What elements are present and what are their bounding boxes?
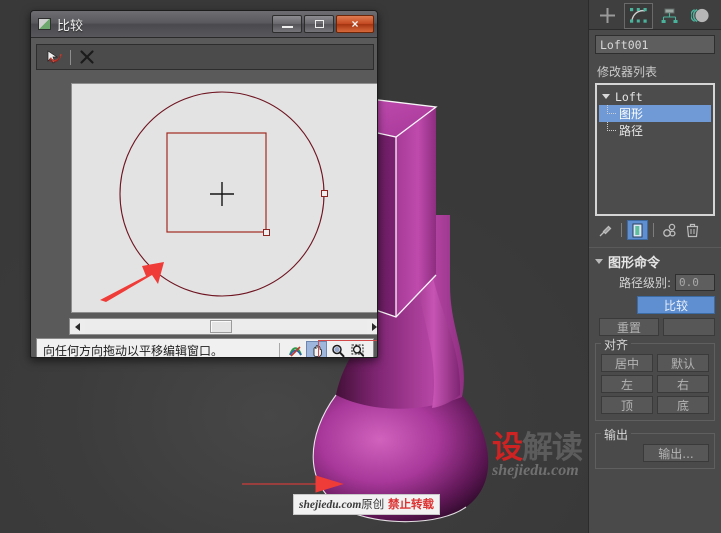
align-row-2[interactable]: 左 右 (601, 375, 709, 393)
dialog-toolbar[interactable] (36, 44, 374, 70)
path-level-row[interactable]: 路径级别: 0.0 (589, 271, 721, 291)
compare-dialog[interactable]: 比较 × 向任何方向拖动以平移编辑窗口。 (30, 10, 378, 358)
minimize-button[interactable] (272, 15, 302, 33)
align-bottom-button[interactable]: 底 (657, 396, 709, 414)
align-row-3[interactable]: 顶 底 (601, 396, 709, 414)
modifier-list-dropdown[interactable]: 修改器列表 (595, 61, 715, 81)
status-separator (279, 343, 280, 357)
command-panel[interactable]: Loft001 修改器列表 Loft 图形 路径 图形命令 路径级别: 0.0 … (588, 0, 721, 533)
stack-root-loft[interactable]: Loft (599, 88, 711, 105)
dialog-title: 比较 (57, 18, 84, 34)
hierarchy-tab[interactable] (655, 3, 684, 29)
command-panel-tabs[interactable] (589, 0, 721, 30)
zoom-magnifier-icon[interactable] (327, 341, 348, 357)
chevron-down-icon[interactable] (595, 259, 603, 264)
rollout-title: 图形命令 (608, 256, 661, 271)
stack-item-path-label: 路径 (619, 124, 644, 138)
scroll-left-arrow-icon[interactable] (70, 319, 85, 334)
dialog-titlebar[interactable]: 比较 × (31, 11, 377, 38)
shape-commands-rollout[interactable]: 图形命令 路径级别: 0.0 比较 重置 对齐 居中 默认 左 右 顶 底 输出… (589, 247, 721, 469)
modify-tab[interactable] (624, 2, 653, 29)
rollout-header[interactable]: 图形命令 (589, 252, 721, 271)
output-group: 输出 输出... (595, 426, 715, 469)
close-button[interactable]: × (336, 15, 374, 33)
reset-secondary-button[interactable] (663, 318, 715, 336)
tree-branch-icon (607, 105, 616, 114)
align-right-button[interactable]: 右 (657, 375, 709, 393)
show-end-result-icon[interactable] (627, 220, 648, 240)
horizontal-scroll-thumb[interactable] (210, 320, 232, 333)
motion-tab[interactable] (686, 3, 715, 29)
minimize-icon (281, 26, 293, 28)
object-name-row[interactable]: Loft001 (589, 30, 721, 57)
chevron-down-icon[interactable] (602, 94, 610, 99)
compare-button[interactable]: 比较 (637, 296, 715, 314)
pick-shape-icon[interactable] (42, 46, 66, 68)
output-button[interactable]: 输出... (643, 444, 709, 462)
align-row-1[interactable]: 居中 默认 (601, 354, 709, 372)
tree-branch-icon (607, 122, 616, 131)
compare-button-row[interactable]: 比较 (589, 291, 721, 314)
modifier-stack[interactable]: Loft 图形 路径 (595, 83, 715, 216)
align-center-button[interactable]: 居中 (601, 354, 653, 372)
align-top-button[interactable]: 顶 (601, 396, 653, 414)
align-left-button[interactable]: 左 (601, 375, 653, 393)
output-row[interactable]: 输出... (601, 444, 709, 462)
pan-hand-icon[interactable] (306, 341, 327, 357)
watermark-tooltip-cn: 原创 (361, 497, 385, 511)
compare-rect-shape (166, 132, 267, 233)
compare-window-icon (38, 18, 51, 30)
make-unique-icon[interactable] (659, 220, 680, 240)
align-group: 对齐 居中 默认 左 右 顶 底 (595, 336, 715, 421)
maximize-icon (314, 20, 324, 28)
align-group-title: 对齐 (601, 336, 632, 353)
object-name-field[interactable]: Loft001 (595, 35, 715, 54)
stack-item-shape[interactable]: 图形 (599, 105, 711, 122)
watermark-tooltip-domain: shejiedu.com (299, 499, 362, 511)
watermark-tooltip: shejiedu.com原创 禁止转载 (293, 494, 440, 515)
output-group-title: 输出 (601, 426, 632, 443)
reset-view-icon[interactable] (285, 341, 306, 357)
path-level-spinner[interactable]: 0.0 (675, 274, 715, 291)
create-tab[interactable] (593, 3, 622, 29)
align-default-button[interactable]: 默认 (657, 354, 709, 372)
zoom-region-icon[interactable] (348, 341, 369, 357)
pin-stack-icon[interactable] (595, 220, 616, 240)
maximize-button[interactable] (304, 15, 334, 33)
watermark-tooltip-warning: 禁止转载 (387, 497, 434, 511)
stack-toolbar[interactable] (595, 219, 715, 241)
stack-toolbar-separator (653, 223, 654, 237)
compare-edit-window[interactable] (71, 83, 377, 313)
stack-root-label: Loft (615, 89, 643, 104)
stack-item-shape-label: 图形 (619, 107, 644, 121)
stack-item-path[interactable]: 路径 (599, 122, 711, 139)
stack-toolbar-separator (621, 223, 622, 237)
scroll-right-arrow-icon[interactable] (367, 319, 377, 334)
toolbar-separator (70, 49, 71, 65)
path-level-label: 路径级别: (618, 276, 671, 290)
dialog-status-bar: 向任何方向拖动以平移编辑窗口。 (36, 338, 374, 358)
delete-modifier-icon[interactable] (682, 220, 703, 240)
delete-shape-icon[interactable] (75, 46, 99, 68)
reset-button-row[interactable]: 重置 (589, 314, 721, 336)
compare-horizontal-scrollbar[interactable] (69, 318, 377, 335)
status-message: 向任何方向拖动以平移编辑窗口。 (43, 344, 224, 358)
reset-button[interactable]: 重置 (599, 318, 659, 336)
